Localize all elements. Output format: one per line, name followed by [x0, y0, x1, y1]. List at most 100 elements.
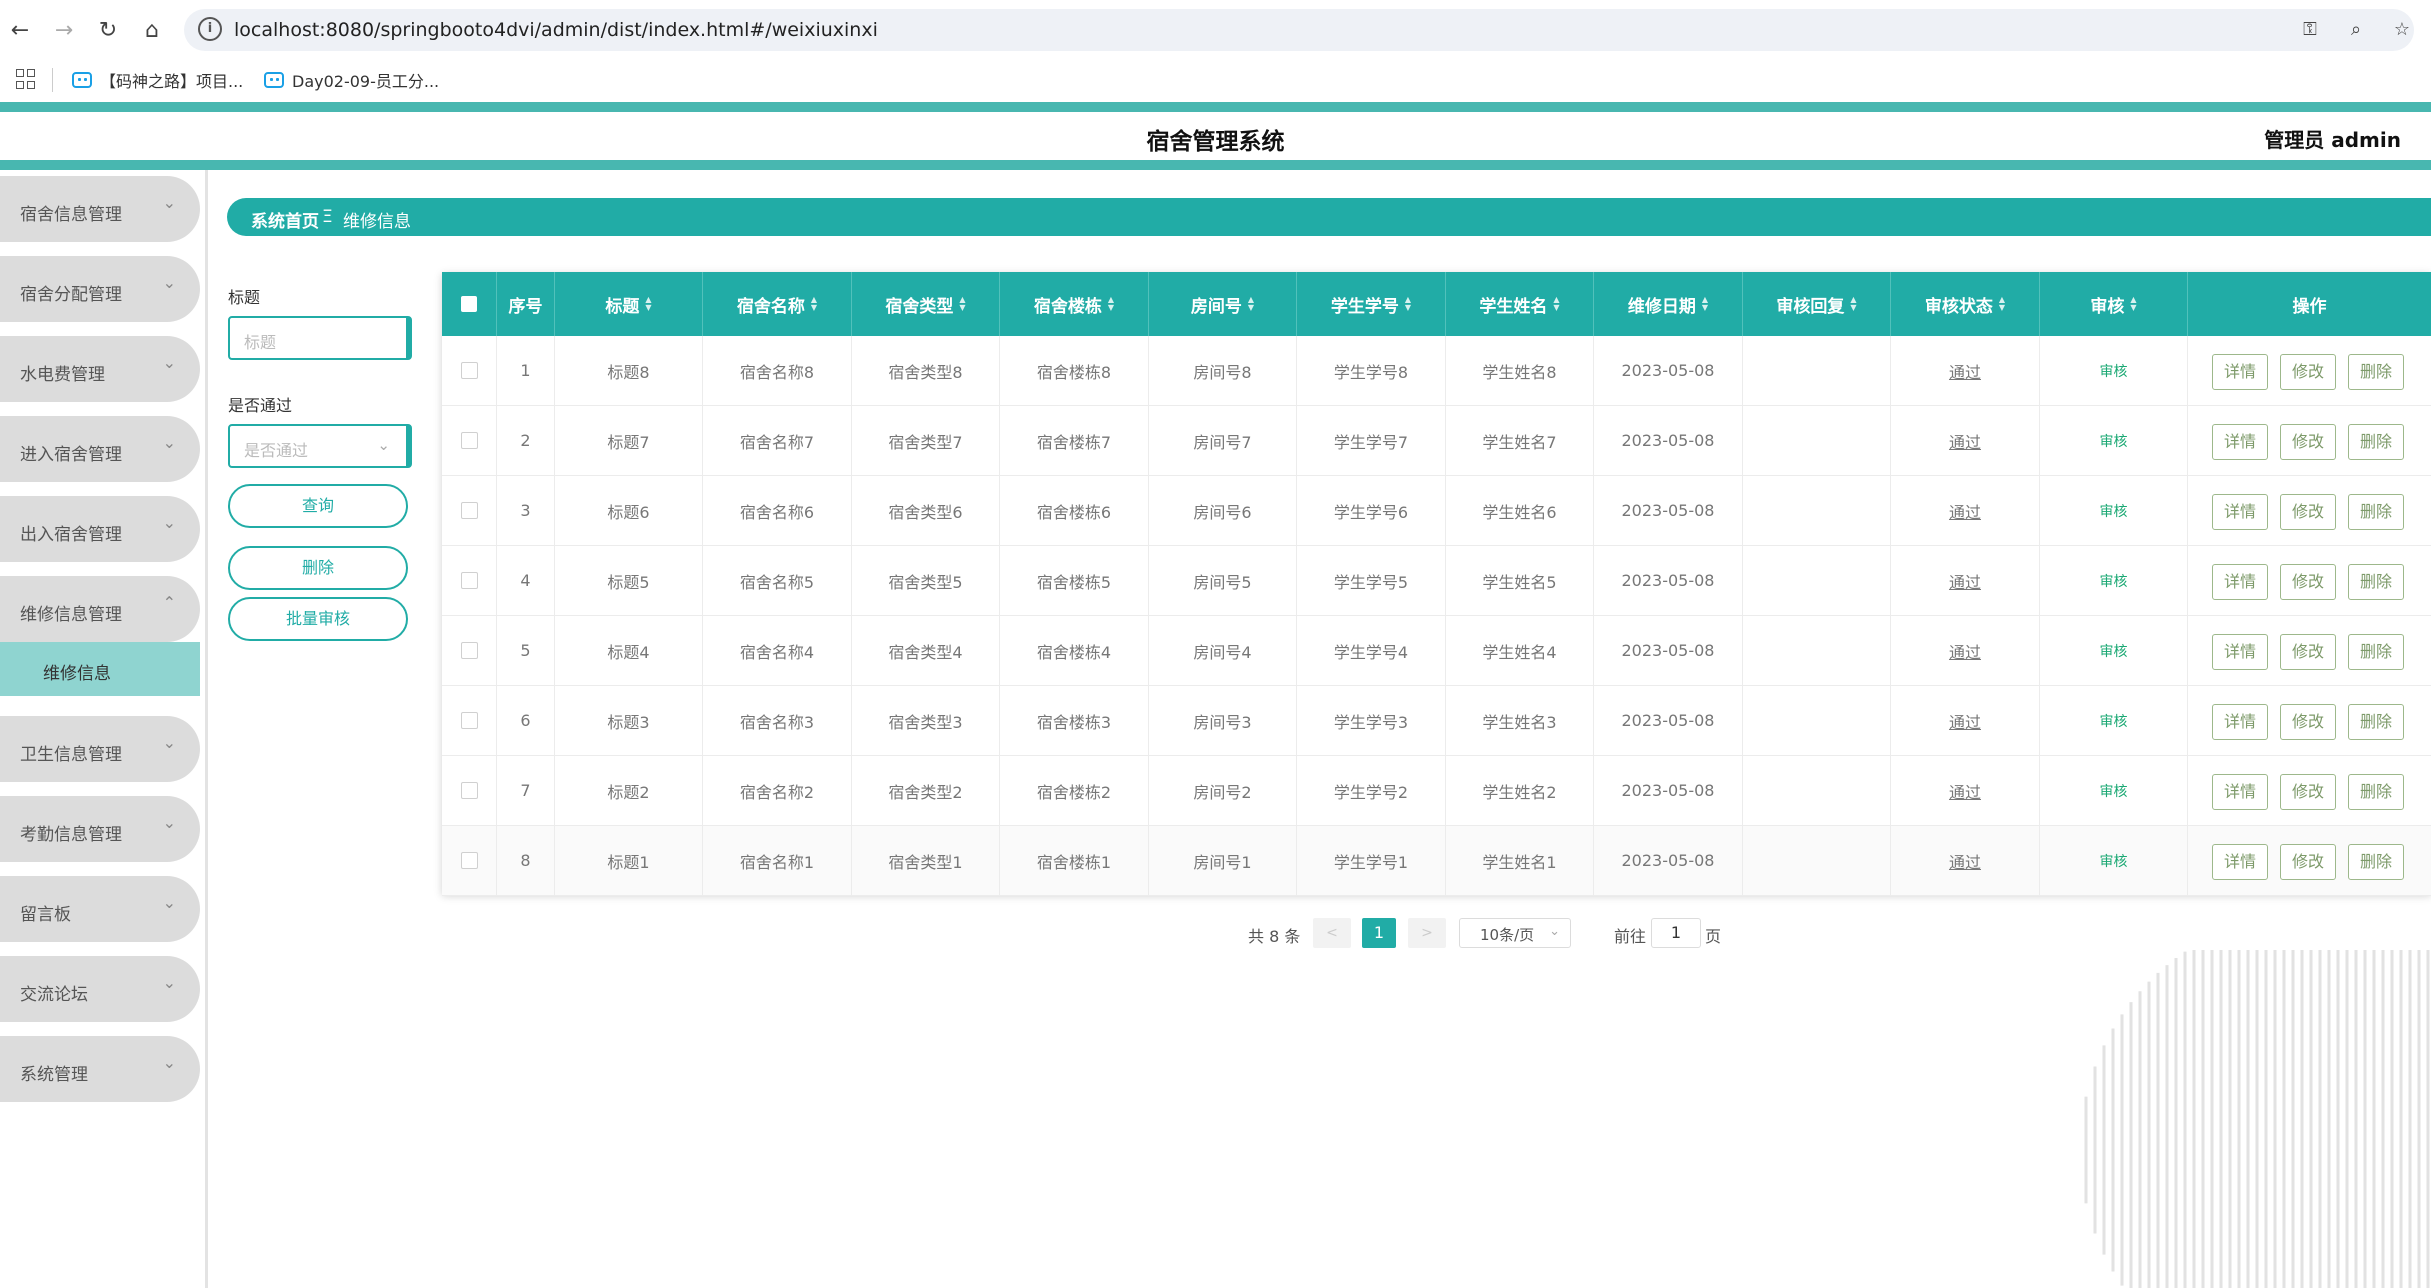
detail-button[interactable]: 详情: [2212, 844, 2268, 880]
audit-link[interactable]: 审核: [2100, 781, 2128, 801]
sidebar-item-utilities[interactable]: 水电费管理 ⌄: [0, 336, 200, 402]
col-header-room[interactable]: 房间号 ▲ ▼: [1149, 272, 1297, 336]
sidebar-item-system[interactable]: 系统管理 ⌄: [0, 1036, 200, 1102]
col-header-student-no[interactable]: 学生学号 ▲ ▼: [1297, 272, 1446, 336]
col-header-reply[interactable]: 审核回复 ▲ ▼: [1743, 272, 1891, 336]
sidebar-item-repair[interactable]: 维修信息管理 ⌃: [0, 576, 200, 642]
sort-icon[interactable]: ▲ ▼: [645, 296, 651, 312]
sidebar-item-dorm-info[interactable]: 宿舍信息管理 ⌄: [0, 176, 200, 242]
zoom-icon[interactable]: ⌕: [2344, 17, 2368, 41]
page-size-select[interactable]: 10条/页 ⌄: [1459, 918, 1571, 948]
sidebar-item-forum[interactable]: 交流论坛 ⌄: [0, 956, 200, 1022]
audit-link[interactable]: 审核: [2100, 501, 2128, 521]
edit-button[interactable]: 修改: [2280, 424, 2336, 460]
edit-button[interactable]: 修改: [2280, 564, 2336, 600]
col-header-date[interactable]: 维修日期 ▲ ▼: [1594, 272, 1743, 336]
status-link[interactable]: 通过: [1949, 569, 1981, 593]
apps-grid-icon[interactable]: [16, 69, 36, 89]
audit-link[interactable]: 审核: [2100, 641, 2128, 661]
sort-icon[interactable]: ▲ ▼: [1108, 296, 1114, 312]
col-header-dorm-name[interactable]: 宿舍名称 ▲ ▼: [703, 272, 852, 336]
sidebar-item-dorm-access[interactable]: 出入宿舍管理 ⌄: [0, 496, 200, 562]
delete-row-button[interactable]: 删除: [2348, 704, 2404, 740]
status-link[interactable]: 通过: [1949, 429, 1981, 453]
edit-button[interactable]: 修改: [2280, 704, 2336, 740]
sidebar-item-attendance[interactable]: 考勤信息管理 ⌄: [0, 796, 200, 862]
sidebar-item-hygiene[interactable]: 卫生信息管理 ⌄: [0, 716, 200, 782]
forward-icon[interactable]: →: [48, 14, 80, 46]
col-header-audit[interactable]: 审核 ▲ ▼: [2040, 272, 2188, 336]
col-header-building[interactable]: 宿舍楼栋 ▲ ▼: [1000, 272, 1149, 336]
star-icon[interactable]: ☆: [2390, 17, 2414, 41]
detail-button[interactable]: 详情: [2212, 424, 2268, 460]
audit-link[interactable]: 审核: [2100, 711, 2128, 731]
detail-button[interactable]: 详情: [2212, 564, 2268, 600]
sidebar-item-dorm-entry[interactable]: 进入宿舍管理 ⌄: [0, 416, 200, 482]
detail-button[interactable]: 详情: [2212, 354, 2268, 390]
status-link[interactable]: 通过: [1949, 779, 1981, 803]
detail-button[interactable]: 详情: [2212, 774, 2268, 810]
sort-icon[interactable]: ▲ ▼: [1405, 296, 1411, 312]
status-link[interactable]: 通过: [1949, 849, 1981, 873]
sidebar-item-dorm-allocation[interactable]: 宿舍分配管理 ⌄: [0, 256, 200, 322]
pass-select[interactable]: 是否通过 ⌄: [228, 424, 412, 468]
query-button[interactable]: 查询: [228, 484, 408, 528]
goto-page-input[interactable]: 1: [1651, 918, 1701, 948]
row-checkbox[interactable]: [460, 642, 478, 659]
edit-button[interactable]: 修改: [2280, 354, 2336, 390]
sort-icon[interactable]: ▲ ▼: [1248, 296, 1254, 312]
reload-icon[interactable]: ↻: [92, 14, 124, 46]
status-link[interactable]: 通过: [1949, 359, 1981, 383]
detail-button[interactable]: 详情: [2212, 704, 2268, 740]
row-checkbox[interactable]: [460, 572, 478, 589]
row-checkbox[interactable]: [460, 852, 478, 869]
sidebar-subitem-repair-info[interactable]: 维修信息: [0, 642, 200, 696]
key-icon[interactable]: ⚿: [2298, 17, 2322, 41]
status-link[interactable]: 通过: [1949, 499, 1981, 523]
delete-row-button[interactable]: 删除: [2348, 844, 2404, 880]
pagination-next[interactable]: >: [1408, 918, 1446, 948]
row-checkbox[interactable]: [460, 502, 478, 519]
user-label[interactable]: 管理员 admin: [2264, 124, 2401, 153]
row-checkbox[interactable]: [460, 362, 478, 379]
sort-icon[interactable]: ▲ ▼: [1553, 296, 1559, 312]
sort-icon[interactable]: ▲ ▼: [1702, 296, 1708, 312]
col-header-dorm-type[interactable]: 宿舍类型 ▲ ▼: [852, 272, 1000, 336]
url-text[interactable]: localhost:8080/springbooto4dvi/admin/dis…: [234, 19, 878, 41]
edit-button[interactable]: 修改: [2280, 494, 2336, 530]
delete-row-button[interactable]: 删除: [2348, 494, 2404, 530]
audit-link[interactable]: 审核: [2100, 571, 2128, 591]
col-header-status[interactable]: 审核状态 ▲ ▼: [1891, 272, 2040, 336]
status-link[interactable]: 通过: [1949, 639, 1981, 663]
delete-button[interactable]: 删除: [228, 546, 408, 590]
site-info-icon[interactable]: i: [198, 17, 222, 41]
bookmark-item[interactable]: Day02-09-员工分...: [264, 68, 439, 92]
col-header-title[interactable]: 标题 ▲ ▼: [555, 272, 703, 336]
audit-link[interactable]: 审核: [2100, 431, 2128, 451]
select-all-checkbox[interactable]: [461, 296, 477, 312]
title-search-input[interactable]: 标题: [228, 316, 412, 360]
audit-link[interactable]: 审核: [2100, 361, 2128, 381]
row-checkbox[interactable]: [460, 432, 478, 449]
sort-icon[interactable]: ▲ ▼: [1850, 296, 1856, 312]
delete-row-button[interactable]: 删除: [2348, 354, 2404, 390]
row-checkbox[interactable]: [460, 712, 478, 729]
delete-row-button[interactable]: 删除: [2348, 424, 2404, 460]
sidebar-item-message-board[interactable]: 留言板 ⌄: [0, 876, 200, 942]
delete-row-button[interactable]: 删除: [2348, 564, 2404, 600]
home-icon[interactable]: ⌂: [136, 14, 168, 46]
sort-icon[interactable]: ▲ ▼: [2130, 296, 2136, 312]
address-bar[interactable]: i localhost:8080/springbooto4dvi/admin/d…: [184, 9, 2414, 51]
sort-icon[interactable]: ▲ ▼: [959, 296, 965, 312]
row-checkbox[interactable]: [460, 782, 478, 799]
sort-icon[interactable]: ▲ ▼: [1999, 296, 2005, 312]
col-header-student-name[interactable]: 学生姓名 ▲ ▼: [1446, 272, 1594, 336]
delete-row-button[interactable]: 删除: [2348, 634, 2404, 670]
audit-link[interactable]: 审核: [2100, 851, 2128, 871]
batch-audit-button[interactable]: 批量审核: [228, 597, 408, 641]
edit-button[interactable]: 修改: [2280, 634, 2336, 670]
detail-button[interactable]: 详情: [2212, 634, 2268, 670]
delete-row-button[interactable]: 删除: [2348, 774, 2404, 810]
bookmark-item[interactable]: 【码神之路】项目...: [72, 68, 243, 92]
back-icon[interactable]: ←: [4, 14, 36, 46]
